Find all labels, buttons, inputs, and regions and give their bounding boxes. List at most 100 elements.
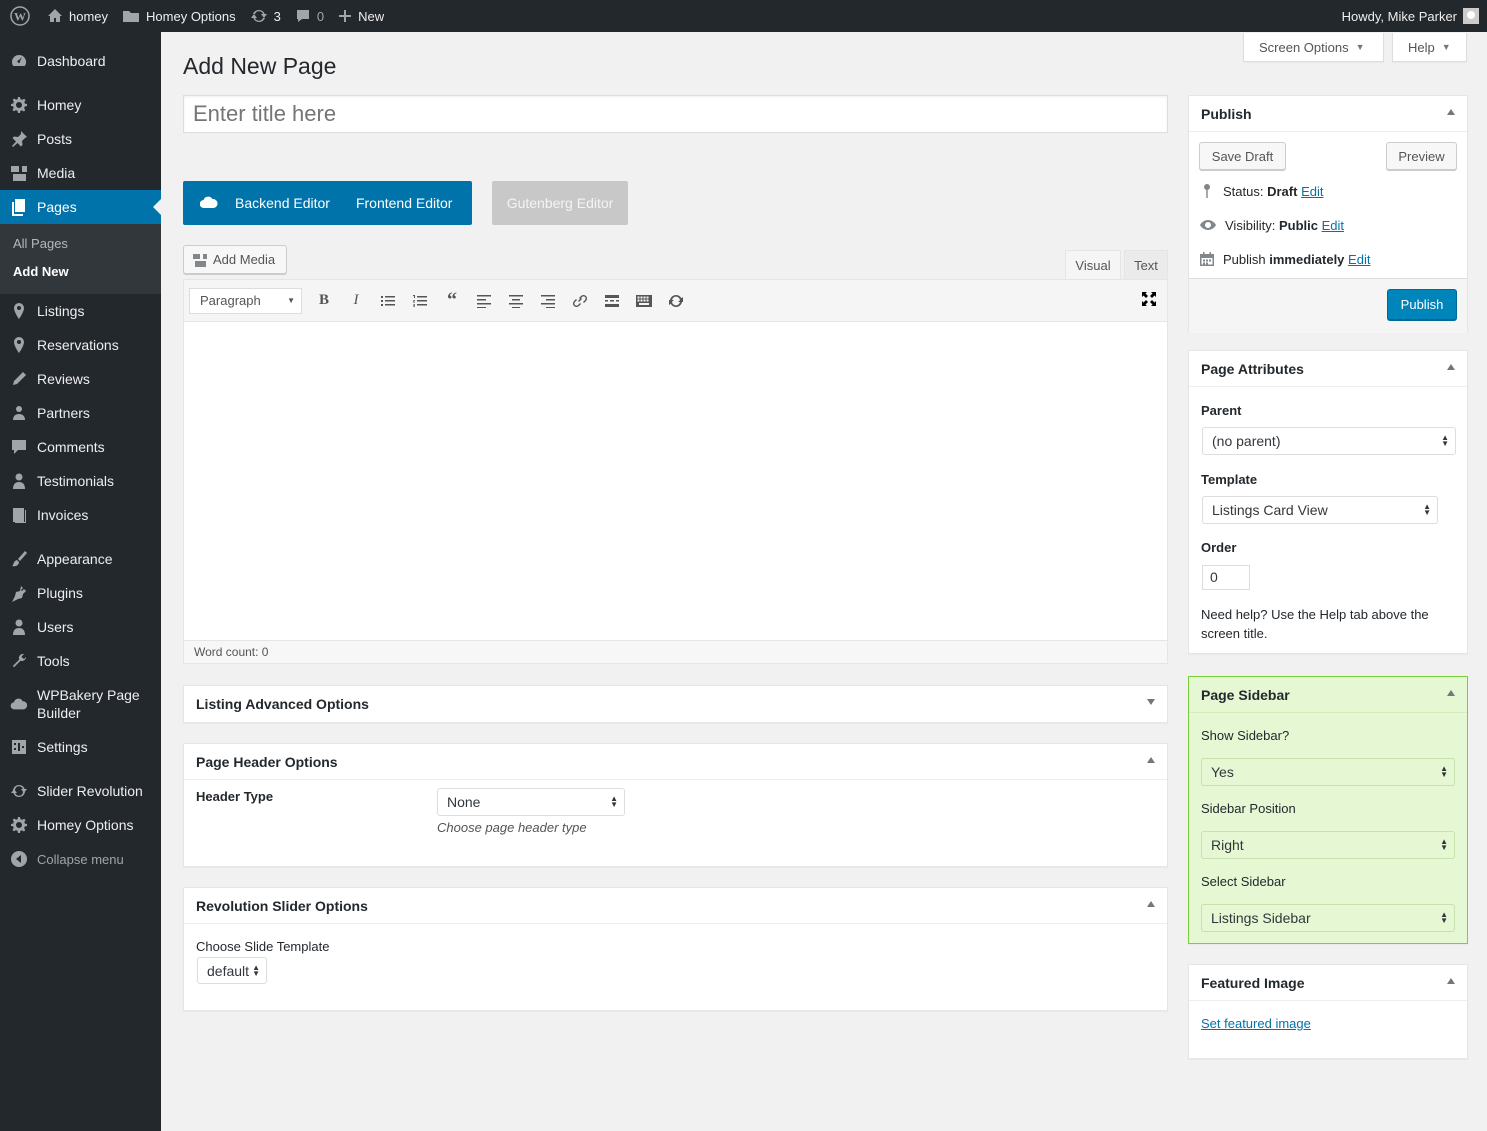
collapse-menu-button[interactable]: Collapse menu: [0, 842, 161, 876]
listing-advanced-options-header[interactable]: Listing Advanced Options: [184, 686, 1167, 722]
format-select[interactable]: Paragraph: [189, 287, 302, 314]
toggle-arrow-icon[interactable]: [1447, 690, 1455, 696]
sidebar-item-users[interactable]: Users: [0, 610, 161, 644]
align-left-icon[interactable]: [468, 287, 500, 315]
header-type-select[interactable]: None ▲ ▼: [437, 788, 625, 816]
publish-button[interactable]: Publish: [1387, 289, 1457, 320]
visibility-value: Public: [1278, 217, 1318, 233]
sidebar-item-wpbakery[interactable]: WPBakery Page Builder: [0, 678, 161, 730]
sidebar-item-slider-revolution[interactable]: Slider Revolution: [0, 774, 161, 808]
page-header-options-header[interactable]: Page Header Options: [184, 744, 1167, 780]
site-name-link[interactable]: homey: [40, 0, 115, 32]
gear-icon: [10, 816, 28, 834]
fullscreen-icon[interactable]: [1141, 291, 1157, 310]
blockquote-icon[interactable]: “: [436, 287, 468, 315]
preview-button[interactable]: Preview: [1386, 142, 1457, 170]
page-attributes-header[interactable]: Page Attributes: [1189, 351, 1467, 387]
sidebar-item-homey[interactable]: Homey: [0, 88, 161, 122]
sidebar-item-tools[interactable]: Tools: [0, 644, 161, 678]
sidebar-item-pages[interactable]: Pages: [0, 190, 161, 224]
sidebar-item-label: Reservations: [37, 337, 119, 353]
post-title-input[interactable]: [183, 95, 1168, 133]
align-right-icon[interactable]: [532, 287, 564, 315]
edit-schedule-link[interactable]: Edit: [1348, 252, 1370, 267]
help-button[interactable]: Help ▼: [1392, 33, 1467, 62]
read-more-icon[interactable]: [596, 287, 628, 315]
revolution-slider-options-header[interactable]: Revolution Slider Options: [184, 888, 1167, 924]
gutenberg-editor-button[interactable]: Gutenberg Editor: [492, 181, 628, 225]
pencil-icon: [10, 370, 28, 388]
keyboard-icon[interactable]: [628, 287, 660, 315]
add-media-button[interactable]: Add Media: [183, 245, 287, 274]
featured-image-header[interactable]: Featured Image: [1189, 965, 1467, 1001]
sidebar-item-settings[interactable]: Settings: [0, 730, 161, 764]
avatar: [1463, 8, 1479, 24]
sidebar-item-label: Pages: [37, 199, 77, 215]
toggle-arrow-icon[interactable]: [1447, 364, 1455, 370]
submenu-all-pages[interactable]: All Pages: [0, 230, 161, 258]
sidebar-item-reservations[interactable]: Reservations: [0, 328, 161, 362]
wordpress-logo-icon[interactable]: W: [0, 0, 40, 32]
editor-content-area[interactable]: [184, 322, 1167, 640]
brush-icon: [10, 550, 28, 568]
sidebar-item-partners[interactable]: Partners: [0, 396, 161, 430]
sidebar-item-label: Partners: [37, 405, 90, 421]
toggle-arrow-icon[interactable]: [1447, 978, 1455, 984]
toggle-arrow-icon[interactable]: [1147, 757, 1155, 763]
select-sidebar-value: Listings Sidebar: [1211, 910, 1311, 926]
select-sidebar-label: Select Sidebar: [1201, 874, 1286, 889]
sidebar-item-label: Homey Options: [37, 817, 134, 833]
align-center-icon[interactable]: [500, 287, 532, 315]
tab-visual[interactable]: Visual: [1065, 250, 1121, 279]
slide-template-select[interactable]: default ▲ ▼: [197, 957, 267, 984]
location-icon: [10, 336, 28, 354]
sidebar-item-invoices[interactable]: Invoices: [0, 498, 161, 532]
editor-toolbar: Paragraph B I “: [184, 280, 1167, 322]
sidebar-item-comments[interactable]: Comments: [0, 430, 161, 464]
bullet-list-icon[interactable]: [372, 287, 404, 315]
sidebar-item-reviews[interactable]: Reviews: [0, 362, 161, 396]
backend-editor-button[interactable]: Backend Editor: [235, 195, 330, 211]
publish-header[interactable]: Publish: [1189, 96, 1467, 132]
tab-text[interactable]: Text: [1124, 250, 1168, 279]
sidebar-position-select[interactable]: Right ▲ ▼: [1201, 831, 1455, 859]
submenu-add-new[interactable]: Add New: [0, 258, 161, 286]
sidebar-item-posts[interactable]: Posts: [0, 122, 161, 156]
page-sidebar-header[interactable]: Page Sidebar: [1189, 677, 1467, 713]
select-sidebar-select[interactable]: Listings Sidebar ▲ ▼: [1201, 904, 1455, 932]
toggle-arrow-icon[interactable]: [1147, 901, 1155, 907]
numbered-list-icon[interactable]: [404, 287, 436, 315]
box-title: Page Header Options: [196, 753, 338, 770]
italic-icon[interactable]: I: [340, 287, 372, 315]
updates-link[interactable]: 3: [243, 0, 288, 32]
account-menu[interactable]: Howdy, Mike Parker: [1342, 0, 1479, 32]
toggle-arrow-icon[interactable]: [1147, 699, 1155, 705]
sidebar-item-testimonials[interactable]: Testimonials: [0, 464, 161, 498]
show-sidebar-select[interactable]: Yes ▲ ▼: [1201, 758, 1455, 786]
new-content-link[interactable]: New: [331, 0, 391, 32]
sidebar-item-dashboard[interactable]: Dashboard: [0, 44, 161, 78]
comments-link[interactable]: 0: [288, 0, 331, 32]
template-select[interactable]: Listings Card View ▲ ▼: [1202, 496, 1438, 524]
box-title: Revolution Slider Options: [196, 897, 368, 914]
set-featured-image-link[interactable]: Set featured image: [1201, 1016, 1311, 1031]
refresh-icon[interactable]: [660, 287, 692, 315]
sidebar-item-homey-options[interactable]: Homey Options: [0, 808, 161, 842]
sidebar-item-listings[interactable]: Listings: [0, 294, 161, 328]
edit-visibility-link[interactable]: Edit: [1322, 218, 1344, 233]
screen-options-button[interactable]: Screen Options ▼: [1243, 33, 1384, 62]
frontend-editor-button[interactable]: Frontend Editor: [356, 195, 453, 211]
order-input[interactable]: 0: [1202, 565, 1250, 590]
site-name: homey: [69, 8, 109, 24]
bold-icon[interactable]: B: [308, 287, 340, 315]
theme-options-link[interactable]: Homey Options: [115, 0, 243, 32]
link-icon[interactable]: [564, 287, 596, 315]
sidebar-item-plugins[interactable]: Plugins: [0, 576, 161, 610]
edit-status-link[interactable]: Edit: [1301, 184, 1323, 199]
publish-label: Publish: [1223, 251, 1266, 267]
sidebar-item-appearance[interactable]: Appearance: [0, 542, 161, 576]
toggle-arrow-icon[interactable]: [1447, 109, 1455, 115]
save-draft-button[interactable]: Save Draft: [1199, 142, 1286, 170]
sidebar-item-media[interactable]: Media: [0, 156, 161, 190]
parent-select[interactable]: (no parent) ▲ ▼: [1202, 427, 1456, 455]
